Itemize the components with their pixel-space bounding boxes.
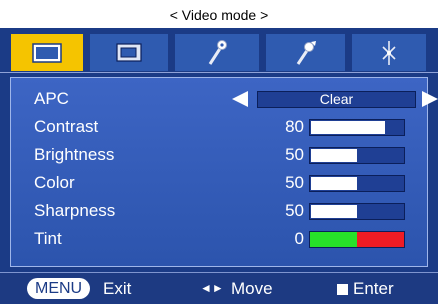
- tint-value: 0: [294, 229, 304, 248]
- tab-video[interactable]: [11, 34, 83, 71]
- color-slider[interactable]: [309, 175, 405, 192]
- footer-bar: MENU Exit ◄► Move Enter: [0, 272, 438, 304]
- color-row[interactable]: Color 50: [34, 171, 434, 195]
- enter-square-icon: [337, 284, 348, 295]
- color-level: [311, 177, 357, 190]
- contrast-value: 80: [285, 117, 304, 136]
- apc-select[interactable]: Clear: [257, 91, 416, 108]
- menu-key-badge[interactable]: MENU: [27, 278, 91, 299]
- brightness-level: [311, 149, 357, 162]
- apc-label: APC: [34, 89, 69, 108]
- exit-label: Exit: [103, 279, 132, 298]
- tint-label: Tint: [34, 229, 62, 248]
- picture-in-picture-icon: [116, 42, 142, 62]
- osd-frame: APC Clear Contrast 80 Brightness 50 Colo…: [0, 28, 438, 304]
- tint-red-segment: [357, 232, 404, 247]
- brightness-slider[interactable]: [309, 147, 405, 164]
- color-label: Color: [34, 173, 75, 192]
- tools-icon: [296, 40, 316, 65]
- tab-tools[interactable]: [175, 34, 259, 71]
- tab-bar: [11, 34, 426, 71]
- divider: [0, 72, 438, 73]
- sharpness-label: Sharpness: [34, 201, 116, 220]
- contrast-slider[interactable]: [309, 119, 405, 136]
- arrow-left-icon[interactable]: [232, 91, 248, 107]
- network-icon: [382, 40, 396, 65]
- tint-green-segment: [310, 232, 357, 247]
- settings-panel: APC Clear Contrast 80 Brightness 50 Colo…: [10, 77, 438, 267]
- sharpness-slider[interactable]: [309, 203, 405, 220]
- color-value: 50: [285, 173, 304, 192]
- tab-settings[interactable]: [266, 34, 345, 71]
- sharpness-value: 50: [285, 201, 304, 220]
- tool-icon: [208, 39, 227, 65]
- contrast-row[interactable]: Contrast 80: [34, 115, 434, 139]
- contrast-label: Contrast: [34, 117, 99, 136]
- page-title: < Video mode >: [169, 7, 269, 23]
- brightness-row[interactable]: Brightness 50: [34, 143, 434, 167]
- move-label: Move: [231, 279, 273, 298]
- contrast-level: [311, 121, 385, 134]
- brightness-value: 50: [285, 145, 304, 164]
- arrow-right-icon[interactable]: [422, 91, 438, 107]
- brightness-label: Brightness: [34, 145, 115, 164]
- tint-slider[interactable]: [309, 231, 405, 248]
- tab-screen[interactable]: [90, 34, 168, 71]
- tint-row[interactable]: Tint 0: [34, 227, 434, 251]
- tab-network[interactable]: [352, 34, 426, 71]
- left-right-arrows-icon: ◄►: [200, 281, 224, 295]
- tv-screen-icon: [32, 42, 62, 63]
- enter-label: Enter: [353, 279, 394, 298]
- sharpness-row[interactable]: Sharpness 50: [34, 199, 434, 223]
- apc-row[interactable]: APC Clear: [34, 87, 438, 111]
- sharpness-level: [311, 205, 357, 218]
